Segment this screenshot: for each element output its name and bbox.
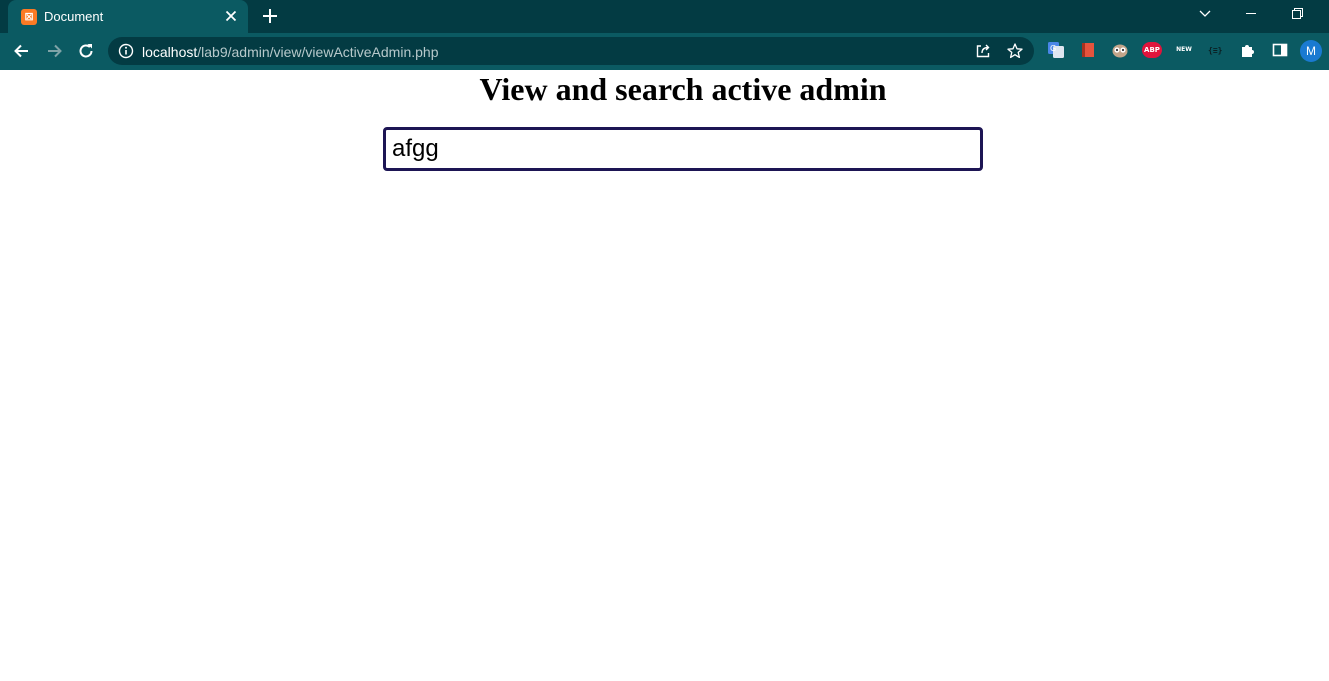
google-translate-icon[interactable]: G bbox=[1047, 41, 1065, 59]
tab-strip: ⊠ Document bbox=[0, 0, 1329, 33]
bookmark-star-icon[interactable] bbox=[1006, 42, 1024, 60]
tab-document[interactable]: ⊠ Document bbox=[8, 0, 248, 33]
restore-icon[interactable] bbox=[1286, 4, 1308, 24]
svg-text:{≡}: {≡} bbox=[1208, 46, 1223, 55]
share-icon[interactable] bbox=[974, 42, 992, 60]
back-icon[interactable] bbox=[12, 41, 32, 61]
close-icon[interactable] bbox=[222, 7, 240, 25]
bookmark-red-icon[interactable] bbox=[1079, 41, 1097, 59]
site-info-icon[interactable] bbox=[118, 43, 134, 59]
puzzle-icon[interactable] bbox=[1239, 41, 1257, 59]
new-tab-icon[interactable] bbox=[260, 6, 280, 26]
url-host: localhost bbox=[142, 44, 198, 60]
page-title: View and search active admin bbox=[479, 71, 887, 107]
url-text[interactable]: localhost/lab9/admin/view/viewActiveAdmi… bbox=[142, 44, 439, 60]
xampp-favicon-icon: ⊠ bbox=[21, 9, 37, 25]
adblock-icon[interactable]: ABP bbox=[1142, 42, 1162, 58]
forward-icon[interactable] bbox=[44, 41, 64, 61]
reload-icon[interactable] bbox=[76, 41, 96, 61]
tab-search-chevron-icon[interactable] bbox=[1194, 4, 1216, 24]
search-input[interactable] bbox=[383, 127, 983, 171]
minimize-icon[interactable] bbox=[1240, 4, 1262, 24]
owl-icon[interactable] bbox=[1111, 41, 1129, 59]
profile-avatar[interactable]: M bbox=[1300, 40, 1322, 62]
browser-toolbar: localhost/lab9/admin/view/viewActiveAdmi… bbox=[0, 33, 1329, 70]
address-bar[interactable]: localhost/lab9/admin/view/viewActiveAdmi… bbox=[108, 37, 1034, 65]
side-panel-icon[interactable] bbox=[1271, 41, 1289, 59]
svg-text:G: G bbox=[1050, 44, 1056, 53]
devtools-icon[interactable]: {≡} bbox=[1207, 41, 1225, 59]
tab-title: Document bbox=[44, 9, 104, 24]
url-path: /lab9/admin/view/viewActiveAdmin.php bbox=[197, 44, 439, 60]
new-badge-icon[interactable]: NEW bbox=[1174, 42, 1194, 58]
